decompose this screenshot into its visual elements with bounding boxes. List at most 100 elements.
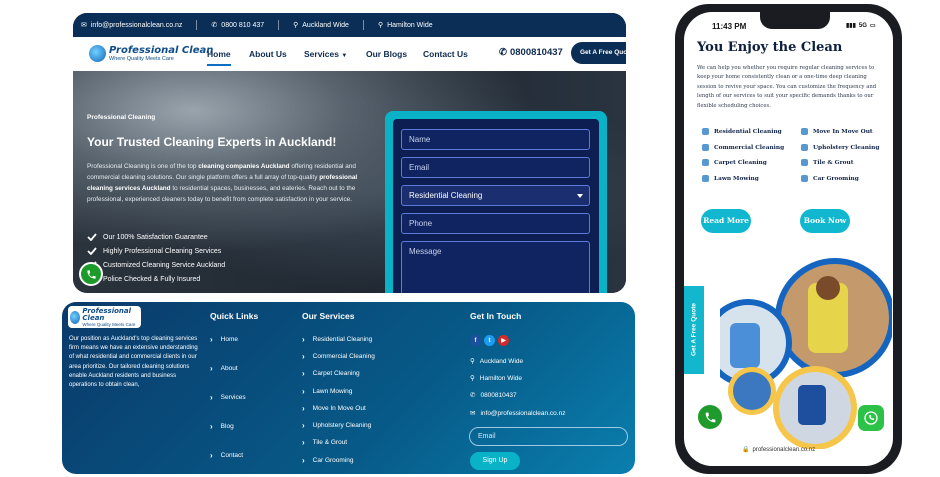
newsletter-signup-button[interactable]: Sign Up (470, 452, 520, 470)
phone-service-commercial[interactable]: Commercial Cleaning (702, 144, 784, 151)
caret-down-icon: ▼ (341, 53, 348, 59)
whatsapp-icon[interactable] (858, 405, 884, 431)
phone-icon: ✆ (470, 392, 476, 399)
footer-logo[interactable]: Professional Clean Where Quality Meets C… (68, 306, 141, 328)
footer-link-services[interactable]: › Services (210, 393, 246, 402)
logo-mark-icon (70, 310, 81, 324)
book-now-button[interactable]: Book Now (800, 209, 850, 233)
our-services-heading: Our Services (302, 311, 355, 321)
chevron-right-icon: › (302, 369, 305, 378)
mower-icon (702, 175, 709, 182)
form-name-input[interactable]: Name (401, 129, 590, 150)
hero-headline: Your Trusted Cleaning Experts in Aucklan… (87, 135, 337, 149)
footer-service-move[interactable]: › Move In Move Out (302, 404, 366, 413)
footer-link-about[interactable]: › About (210, 364, 238, 373)
read-more-button[interactable]: Read More (701, 209, 751, 233)
phone-service-car[interactable]: Car Grooming (801, 175, 859, 182)
form-phone-input[interactable]: Phone (401, 213, 590, 234)
location-pin-icon: ⚲ (377, 22, 384, 29)
topbar-phone[interactable]: ✆ 0800 810 437 (211, 21, 264, 30)
chevron-right-icon: › (302, 421, 305, 430)
phone-service-residential[interactable]: Residential Cleaning (702, 128, 782, 135)
vacuum-icon (702, 159, 709, 166)
checkmark-icon (87, 233, 97, 241)
newsletter-email-input[interactable]: Email (469, 427, 628, 446)
car-icon (801, 175, 808, 182)
nav-services[interactable]: Services ▼ (304, 49, 347, 59)
status-indicators: ▮▮▮ 5G ▭ (846, 22, 876, 30)
side-free-quote-tab[interactable]: Get A Free Quote (684, 286, 704, 374)
chevron-right-icon: › (302, 352, 305, 361)
phone-url-bar: 🔒 professionalclean.co.nz (742, 446, 816, 454)
contact-auckland: ⚲ Auckland Wide (470, 357, 524, 366)
checklist-item: Customized Cleaning Service Auckland (87, 258, 225, 272)
hero-checklist: Our 100% Satisfaction Guarantee Highly P… (87, 230, 225, 286)
brush-icon (801, 144, 808, 151)
chevron-right-icon: › (302, 456, 305, 465)
form-message-textarea[interactable]: Message (401, 241, 590, 293)
phone-service-move[interactable]: Move In Move Out (801, 128, 873, 135)
floating-call-button[interactable] (79, 262, 103, 286)
building-icon (702, 128, 709, 135)
move-arrows-icon (801, 128, 808, 135)
location-pin-icon: ⚲ (470, 375, 475, 382)
chevron-right-icon: › (302, 387, 305, 396)
form-email-input[interactable]: Email (401, 157, 590, 178)
mail-icon: ✉ (81, 22, 87, 29)
website-footer-screenshot: Professional Clean Where Quality Meets C… (62, 302, 635, 474)
hero-paragraph: Professional Cleaning is one of the top … (87, 163, 358, 203)
nav-our-blogs[interactable]: Our Blogs (366, 49, 407, 59)
footer-service-carpet[interactable]: › Carpet Cleaning (302, 369, 360, 378)
footer-service-tile[interactable]: › Tile & Grout (302, 438, 347, 447)
collage-photo-person (733, 372, 771, 410)
status-time: 11:43 PM (712, 22, 747, 31)
nav-home[interactable]: Home (207, 49, 231, 66)
phone-service-tile[interactable]: Tile & Grout (801, 159, 853, 166)
footer-service-upholstery[interactable]: › Upholstery Cleaning (302, 421, 371, 430)
location-pin-icon: ⚲ (470, 358, 475, 365)
footer-service-residential[interactable]: › Residential Cleaning (302, 335, 372, 344)
footer-link-blog[interactable]: › Blog (210, 422, 234, 431)
footer-service-car[interactable]: › Car Grooming (302, 456, 354, 465)
site-logo[interactable]: Professional Clean Where Quality Meets C… (89, 45, 213, 62)
checkmark-icon (87, 247, 97, 255)
phone-service-lawn[interactable]: Lawn Mowing (702, 175, 759, 182)
checklist-item: Highly Professional Cleaning Services (87, 244, 225, 258)
footer-link-home[interactable]: › Home (210, 335, 238, 344)
chevron-right-icon: › (302, 438, 305, 447)
footer-service-commercial[interactable]: › Commercial Cleaning (302, 352, 375, 361)
youtube-icon[interactable]: ▶ (498, 335, 509, 346)
nav-contact-us[interactable]: Contact Us (423, 49, 468, 59)
phone-notch (760, 12, 830, 29)
get-in-touch-heading: Get In Touch (470, 311, 522, 321)
caret-down-icon (577, 194, 583, 198)
phone-section-title: You Enjoy the Clean (697, 40, 843, 55)
topbar-location-auckland: ⚲ Auckland Wide (293, 21, 349, 30)
chevron-right-icon: › (210, 422, 213, 431)
phone-section-paragraph: We can help you whether you require regu… (697, 65, 877, 109)
mail-icon: ✉ (470, 410, 476, 417)
phone-service-carpet[interactable]: Carpet Cleaning (702, 159, 767, 166)
form-service-select[interactable]: Residential Cleaning (401, 185, 590, 206)
get-free-quote-button[interactable]: Get A Free Quote (571, 42, 626, 64)
hero-eyebrow: Professional Cleaning (87, 114, 156, 121)
phone-call-button[interactable] (696, 403, 724, 431)
topbar-email[interactable]: ✉ info@professionalclean.co.nz (81, 21, 182, 30)
lock-icon: 🔒 (742, 447, 750, 453)
location-pin-icon: ⚲ (293, 22, 299, 29)
contact-email[interactable]: ✉ info@professionalclean.co.nz (470, 409, 565, 418)
footer-link-contact[interactable]: › Contact (210, 451, 243, 460)
phone-icon (86, 269, 96, 279)
contact-phone[interactable]: ✆ 0800810437 (470, 391, 517, 400)
facebook-icon[interactable]: f (470, 335, 481, 346)
phone-service-upholstery[interactable]: Upholstery Cleaning (801, 144, 879, 151)
twitter-icon[interactable]: t (484, 335, 495, 346)
battery-icon: ▭ (869, 23, 876, 29)
office-icon (702, 144, 709, 151)
topbar-location-hamilton: ⚲ Hamilton Wide (377, 21, 433, 30)
signal-icon: ▮▮▮ (846, 23, 856, 29)
top-contact-bar: ✉ info@professionalclean.co.nz ✆ 0800 81… (73, 13, 626, 37)
nav-about-us[interactable]: About Us (249, 49, 287, 59)
footer-service-lawn[interactable]: › Lawn Mowing (302, 387, 352, 396)
nav-phone[interactable]: ✆ 0800810437 (499, 47, 563, 58)
